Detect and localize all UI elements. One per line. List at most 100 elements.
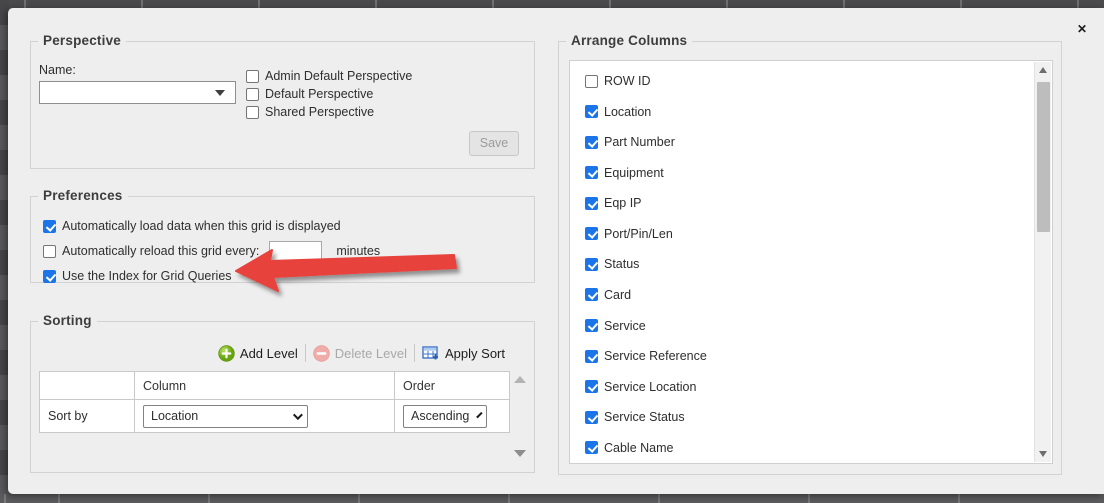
checkbox[interactable] (43, 270, 56, 283)
column-item[interactable]: ROW ID (585, 66, 1028, 97)
listbox-scrollbar[interactable] (1034, 62, 1051, 462)
perspective-option-label: Shared Perspective (265, 105, 374, 119)
perspective-option[interactable]: Shared Perspective (246, 105, 412, 119)
checkbox[interactable] (585, 411, 598, 424)
sort-order-select[interactable]: Ascending (403, 405, 487, 428)
perspective-option-label: Admin Default Perspective (265, 69, 412, 83)
checkbox[interactable] (585, 227, 598, 240)
scroll-down-icon[interactable] (514, 450, 526, 457)
add-level-button[interactable]: Add Level (218, 345, 298, 362)
toolbar-separator (414, 344, 415, 362)
preferences-rows: Automatically load data when this grid i… (43, 219, 380, 283)
toolbar-separator (305, 344, 306, 362)
name-label: Name: (39, 63, 76, 77)
checkbox[interactable] (246, 106, 259, 119)
perspective-option[interactable]: Default Perspective (246, 87, 412, 101)
perspective-group: Perspective Name: Admin Default Perspect… (30, 41, 535, 169)
arrange-columns-items: ROW ID Location Part Number (585, 66, 1028, 463)
checkbox[interactable] (585, 105, 598, 118)
column-item[interactable]: Equipment (585, 158, 1028, 189)
column-item-label: Service Reference (604, 349, 707, 363)
reload-minutes-input[interactable] (269, 241, 322, 261)
checkbox[interactable] (585, 136, 598, 149)
checkbox[interactable] (585, 258, 598, 271)
column-item-label: Location (604, 105, 651, 119)
column-item-label: Eqp IP (604, 196, 642, 210)
pref-auto-load-row[interactable]: Automatically load data when this grid i… (43, 219, 380, 233)
sort-order-value: Ascending (411, 409, 469, 423)
close-icon[interactable]: ✕ (1074, 21, 1090, 37)
column-item[interactable]: Status (585, 249, 1028, 280)
column-item[interactable]: Service Reference (585, 341, 1028, 372)
background-grid-footer (0, 494, 1104, 503)
header-column: Column (135, 372, 395, 400)
column-item-label: Port/Pin/Len (604, 227, 673, 241)
scroll-up-icon[interactable] (1035, 62, 1052, 78)
column-item[interactable]: Port/Pin/Len (585, 219, 1028, 250)
arrange-columns-listbox: ROW ID Location Part Number (569, 60, 1053, 464)
screen: ✕ Perspective Name: Admin Default Perspe… (0, 0, 1104, 503)
chevron-down-icon (293, 410, 303, 420)
header-empty (40, 372, 135, 400)
column-item[interactable]: Eqp IP (585, 188, 1028, 219)
scroll-down-icon[interactable] (1035, 446, 1052, 462)
background-grid-header (0, 0, 1104, 8)
arrange-columns-legend: Arrange Columns (566, 33, 692, 48)
checkbox[interactable] (43, 220, 56, 233)
column-item-label: Status (604, 257, 639, 271)
sorting-table-header: Column Order (40, 372, 510, 400)
apply-sort-button[interactable]: Apply Sort (422, 345, 505, 361)
checkbox[interactable] (585, 166, 598, 179)
perspective-option[interactable]: Admin Default Perspective (246, 69, 412, 83)
delete-level-label: Delete Level (335, 346, 407, 361)
sort-column-select[interactable]: Location (143, 405, 308, 428)
preferences-legend: Preferences (38, 188, 128, 203)
column-item[interactable]: Cable Name (585, 432, 1028, 463)
checkbox[interactable] (585, 380, 598, 393)
perspective-option-label: Default Perspective (265, 87, 373, 101)
perspective-legend: Perspective (38, 33, 126, 48)
pref-use-index-label: Use the Index for Grid Queries (62, 269, 232, 283)
checkbox[interactable] (585, 319, 598, 332)
checkbox[interactable] (585, 350, 598, 363)
checkbox[interactable] (585, 197, 598, 210)
sort-by-cell: Sort by (40, 400, 135, 433)
checkbox[interactable] (585, 288, 598, 301)
grid-settings-dialog: ✕ Perspective Name: Admin Default Perspe… (8, 8, 1104, 494)
checkbox[interactable] (585, 75, 598, 88)
perspective-options: Admin Default Perspective Default Perspe… (246, 69, 412, 119)
column-item[interactable]: Service (585, 310, 1028, 341)
perspective-name-combobox[interactable] (39, 81, 236, 104)
column-item-label: Service Status (604, 410, 685, 424)
column-item[interactable]: Part Number (585, 127, 1028, 158)
column-item[interactable]: Location (585, 97, 1028, 128)
scroll-up-icon[interactable] (514, 376, 526, 383)
column-item[interactable]: Card (585, 280, 1028, 311)
column-item[interactable]: Service Location (585, 371, 1028, 402)
checkbox[interactable] (585, 441, 598, 454)
chevron-down-icon (477, 411, 483, 417)
delete-level-button[interactable]: Delete Level (313, 345, 407, 362)
header-order: Order (395, 372, 510, 400)
column-item-label: Service Location (604, 380, 696, 394)
checkbox[interactable] (246, 88, 259, 101)
add-level-label: Add Level (240, 346, 298, 361)
preferences-group: Preferences Automatically load data when… (30, 196, 535, 283)
sorting-legend: Sorting (38, 313, 97, 328)
sorting-group: Sorting Add Level Delete Le (30, 321, 535, 473)
arrange-columns-group: Arrange Columns ROW ID Location (558, 41, 1062, 475)
sorting-table-row: Sort by Location Ascending (40, 400, 510, 433)
column-item-label: Service (604, 319, 646, 333)
apply-sort-label: Apply Sort (445, 346, 505, 361)
save-button[interactable]: Save (469, 131, 519, 156)
scrollbar-thumb[interactable] (1037, 82, 1050, 232)
checkbox[interactable] (43, 245, 56, 258)
pref-auto-reload-row[interactable]: Automatically reload this grid every: mi… (43, 241, 380, 261)
minutes-label: minutes (336, 244, 380, 258)
sort-column-value: Location (151, 409, 198, 423)
checkbox[interactable] (246, 70, 259, 83)
column-item[interactable]: Service Status (585, 402, 1028, 433)
pref-use-index-row[interactable]: Use the Index for Grid Queries (43, 269, 380, 283)
plus-circle-icon (218, 345, 235, 362)
column-item-label: ROW ID (604, 74, 651, 88)
